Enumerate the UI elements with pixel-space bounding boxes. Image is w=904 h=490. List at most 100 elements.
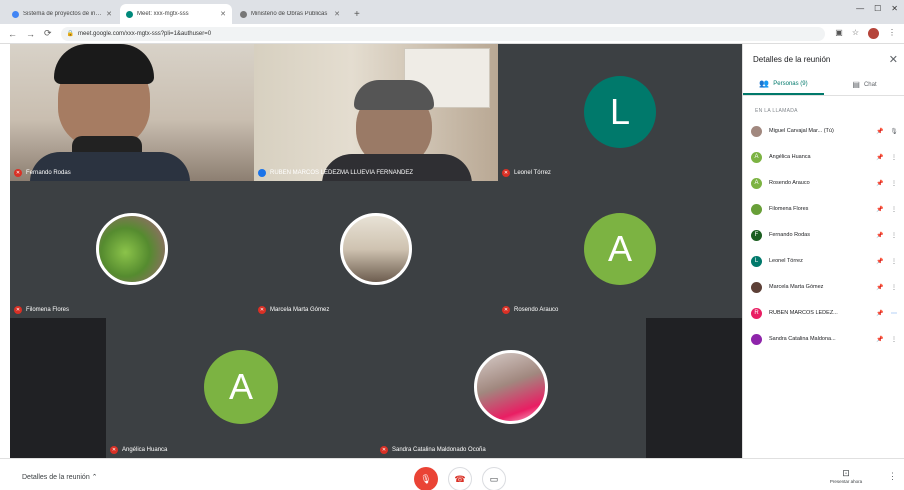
back-icon[interactable]: ← bbox=[8, 29, 17, 39]
participant-name: Filomena Flores bbox=[769, 206, 809, 212]
present-screen-icon: ⊡ bbox=[842, 468, 850, 478]
participant-row[interactable]: L Leonel Tórrez 📌 ⋮ bbox=[751, 248, 901, 274]
participant-row[interactable]: Marcela Marta Gómez 📌 ⋮ bbox=[751, 274, 901, 300]
reload-icon[interactable]: ⟳ bbox=[44, 28, 52, 39]
new-tab-button[interactable]: + bbox=[348, 9, 366, 24]
participant-row[interactable]: A Rosendo Arauco 📌 ⋮ bbox=[751, 170, 901, 196]
present-now-button[interactable]: ⊡ Presentar ahora bbox=[818, 468, 874, 484]
pin-icon[interactable]: 📌 bbox=[873, 206, 887, 213]
menu-icon[interactable]: ⋮ bbox=[888, 28, 896, 39]
participant-avatar bbox=[751, 333, 762, 345]
pin-icon[interactable]: 📌 bbox=[873, 154, 887, 161]
person-hair bbox=[54, 44, 154, 84]
minimize-icon[interactable]: — bbox=[856, 4, 864, 13]
more-options-icon[interactable]: ⋮ bbox=[887, 180, 901, 187]
participant-avatar: A bbox=[751, 177, 762, 189]
participant-name: Rosendo Arauco bbox=[514, 307, 559, 313]
video-tile[interactable]: A ✕ Rosendo Arauco bbox=[498, 181, 742, 318]
participant-nametag: RUBEN MARCOS LEDEZMA LLUEVIA FERNANDEZ bbox=[258, 169, 413, 177]
video-tile[interactable]: A ✕ Angélica Huanca bbox=[106, 318, 376, 458]
maximize-icon[interactable]: ☐ bbox=[874, 4, 881, 13]
video-tile[interactable]: RUBEN MARCOS LEDEZMA LLUEVIA FERNANDEZ bbox=[254, 44, 498, 181]
more-options-icon[interactable]: ⋮ bbox=[888, 471, 897, 482]
pin-icon[interactable]: 📌 bbox=[873, 310, 887, 317]
pin-icon[interactable]: 📌 bbox=[873, 336, 887, 343]
camera-icon: ▭ bbox=[489, 473, 499, 484]
participant-avatar: F bbox=[751, 229, 762, 241]
video-tile[interactable]: L ✕ Leonel Tórrez bbox=[498, 44, 742, 181]
participant-photo bbox=[474, 350, 548, 424]
star-icon[interactable]: ☆ bbox=[852, 28, 859, 39]
participant-name: Miguel Carvajal Mar... (Tú) bbox=[769, 128, 834, 134]
tab-chat[interactable]: ▤ Chat bbox=[824, 74, 904, 95]
leave-call-button[interactable]: ☎ bbox=[448, 467, 472, 490]
mic-off-icon: ✕ bbox=[110, 446, 118, 454]
mic-off-icon: ✕ bbox=[258, 306, 266, 314]
participant-row[interactable]: F Fernando Rodas 📌 ⋮ bbox=[751, 222, 901, 248]
participant-row[interactable]: Miguel Carvajal Mar... (Tú) 📌 🎙 bbox=[751, 118, 901, 144]
pin-icon[interactable]: 📌 bbox=[873, 128, 887, 135]
toolbar-icons: ▣ ☆ ⋮ bbox=[835, 28, 896, 39]
participant-row[interactable]: Filomena Flores 📌 ⋮ bbox=[751, 196, 901, 222]
participant-name: Marcela Marta Gómez bbox=[769, 284, 824, 290]
participant-name: Fernando Rodas bbox=[769, 232, 810, 238]
mic-off-icon: ✕ bbox=[502, 169, 510, 177]
close-icon[interactable]: ✕ bbox=[889, 53, 898, 66]
chevron-up-icon: ⌃ bbox=[91, 474, 98, 481]
video-tile[interactable]: ✕ Sandra Catalina Maldonado Ocoña bbox=[376, 318, 646, 458]
pin-icon[interactable]: 📌 bbox=[873, 232, 887, 239]
browser-tab-2[interactable]: Meet: xxx-mgtx-sss ✕ bbox=[120, 4, 232, 24]
participant-name: Sandra Catalina Maldonado Ocoña bbox=[392, 447, 486, 453]
pin-icon[interactable]: 📌 bbox=[873, 284, 887, 291]
mic-icon[interactable]: 🎙 bbox=[887, 128, 901, 135]
tab-people-label: Personas (9) bbox=[773, 80, 808, 87]
participant-row[interactable]: A Angélica Huanca 📌 ⋮ bbox=[751, 144, 901, 170]
address-bar: ← → ⟳ 🔒 meet.google.com/xxx-mgtx-sss?pli… bbox=[0, 24, 904, 44]
more-options-icon[interactable]: ⋮ bbox=[887, 336, 901, 343]
participant-name: Leonel Tórrez bbox=[769, 258, 803, 264]
participant-row[interactable]: Sandra Catalina Maldona... 📌 ⋮ bbox=[751, 326, 901, 352]
speaking-icon[interactable]: ⋯ bbox=[887, 310, 901, 317]
meeting-details-button[interactable]: Detalles de la reunión ⌃ bbox=[22, 473, 98, 481]
profile-avatar[interactable] bbox=[868, 28, 879, 39]
video-tile[interactable]: ✕ Marcela Marta Gómez bbox=[254, 181, 498, 318]
microphone-toggle-button[interactable]: 🎙 bbox=[414, 467, 438, 490]
more-options-icon[interactable]: ⋮ bbox=[887, 284, 901, 291]
video-tile[interactable]: ✕ Fernando Rodas bbox=[10, 44, 254, 181]
avatar-letter: A bbox=[607, 228, 632, 269]
person-hair bbox=[354, 80, 434, 110]
participant-photo bbox=[340, 213, 412, 285]
close-window-icon[interactable]: ✕ bbox=[891, 4, 898, 13]
avatar-letter: A bbox=[228, 366, 253, 407]
participant-nametag: ✕ Filomena Flores bbox=[14, 306, 69, 314]
pin-icon[interactable]: 📌 bbox=[873, 258, 887, 265]
pin-icon[interactable]: 📌 bbox=[873, 180, 887, 187]
bottom-toolbar: Detalles de la reunión ⌃ 🎙 ☎ ▭ ⊡ Present… bbox=[0, 458, 904, 490]
forward-icon[interactable]: → bbox=[26, 29, 35, 39]
video-tile[interactable]: ✕ Filomena Flores bbox=[10, 181, 254, 318]
browser-tab-1[interactable]: Sistema de proyectos de investigación ✕ bbox=[6, 4, 118, 24]
present-now-label: Presentar ahora bbox=[829, 479, 863, 484]
url-field[interactable]: 🔒 meet.google.com/xxx-mgtx-sss?pli=1&aut… bbox=[60, 26, 826, 41]
avatar-letter: L bbox=[609, 91, 631, 132]
close-icon[interactable]: ✕ bbox=[220, 10, 226, 18]
camera-permission-icon[interactable]: ▣ bbox=[835, 28, 843, 39]
more-options-icon[interactable]: ⋮ bbox=[887, 154, 901, 161]
close-icon[interactable]: ✕ bbox=[106, 10, 112, 18]
more-options-icon[interactable]: ⋮ bbox=[887, 232, 901, 239]
camera-feed bbox=[10, 44, 254, 181]
close-icon[interactable]: ✕ bbox=[334, 10, 340, 18]
participant-row[interactable]: R RUBEN MARCOS LEDEZ... 📌 ⋯ bbox=[751, 300, 901, 326]
camera-toggle-button[interactable]: ▭ bbox=[482, 467, 506, 490]
tab-favicon bbox=[240, 10, 247, 18]
participant-name: Rosendo Arauco bbox=[769, 180, 810, 186]
mic-off-icon: ✕ bbox=[502, 306, 510, 314]
participant-nametag: ✕ Marcela Marta Gómez bbox=[258, 306, 329, 314]
more-options-icon[interactable]: ⋮ bbox=[887, 258, 901, 265]
panel-title: Detalles de la reunión bbox=[753, 55, 831, 64]
more-options-icon[interactable]: ⋮ bbox=[887, 206, 901, 213]
chat-icon: ▤ bbox=[852, 80, 860, 89]
participant-avatar bbox=[751, 125, 762, 137]
tab-people[interactable]: 👥 Personas (9) bbox=[743, 74, 824, 95]
browser-tab-3[interactable]: Ministerio de Obras Públicas ✕ bbox=[234, 4, 346, 24]
